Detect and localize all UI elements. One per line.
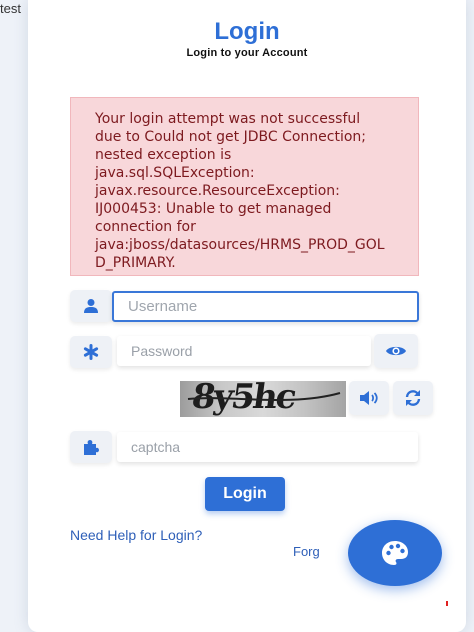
captcha-noise	[187, 392, 341, 402]
speaker-icon	[360, 391, 378, 405]
captcha-icon-box	[70, 431, 112, 463]
show-password-button[interactable]	[374, 334, 418, 368]
error-alert: Your login attempt was not successful du…	[70, 97, 419, 276]
audio-captcha-button[interactable]	[349, 381, 389, 415]
password-icon-box	[70, 336, 112, 368]
asterisk-icon	[83, 344, 99, 360]
theme-switcher-button[interactable]	[348, 520, 442, 586]
need-help-link[interactable]: Need Help for Login?	[70, 527, 202, 543]
refresh-icon	[405, 390, 421, 406]
palette-icon	[382, 541, 408, 565]
eye-icon	[386, 346, 406, 356]
corner-text: test	[0, 1, 21, 16]
username-input[interactable]: Username	[112, 291, 419, 322]
puzzle-icon	[84, 440, 99, 455]
forgot-link-prefix: Forg	[293, 544, 320, 559]
page-subtitle: Login to your Account	[186, 47, 308, 59]
red-indicator	[446, 601, 448, 606]
user-icon	[84, 299, 98, 313]
captcha-input[interactable]: captcha	[117, 432, 418, 462]
page-title: Login	[214, 18, 280, 45]
user-icon-box	[70, 290, 112, 322]
password-input[interactable]: Password	[117, 336, 371, 366]
refresh-captcha-button[interactable]	[393, 381, 433, 415]
captcha-image: 8y5hc	[180, 377, 346, 417]
login-card: Login Login to your Account Your login a…	[28, 0, 466, 632]
login-button[interactable]: Login	[205, 477, 285, 511]
